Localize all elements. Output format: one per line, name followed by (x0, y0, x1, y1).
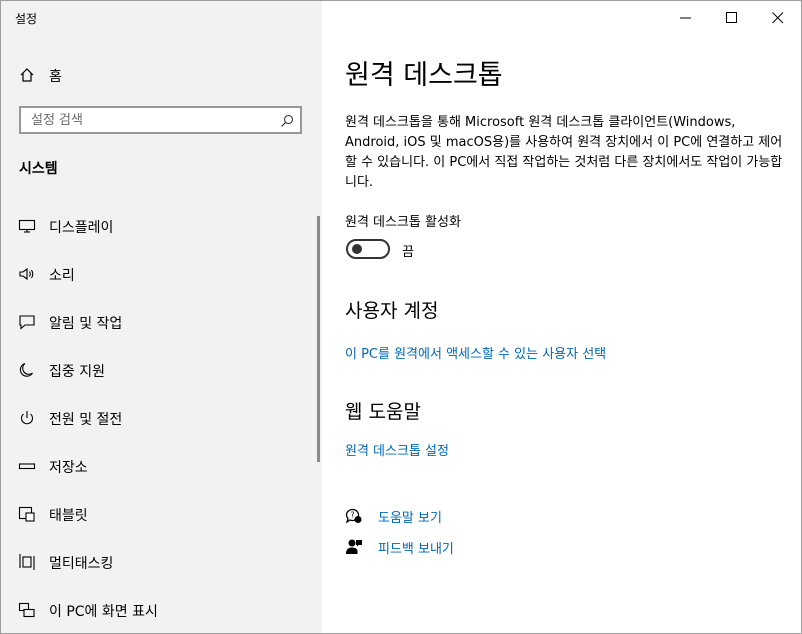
toggle-knob (352, 244, 362, 254)
search-icon[interactable] (280, 113, 294, 127)
sidebar-item-label: 태블릿 (49, 508, 88, 524)
sidebar-item-project-to-pc[interactable]: 이 PC에 화면 표시 (1, 590, 317, 630)
minimize-button[interactable] (663, 1, 709, 33)
sidebar-item-label: 저장소 (49, 460, 88, 476)
sidebar-section-title: 시스템 (19, 161, 58, 177)
close-icon (772, 12, 784, 24)
get-help-link[interactable]: 도움말 보기 (378, 507, 442, 526)
sidebar-item-display[interactable]: 디스플레이 (1, 206, 317, 246)
sidebar-home[interactable]: 홈 (1, 57, 322, 93)
notification-icon (18, 314, 36, 330)
sidebar-item-storage[interactable]: 저장소 (1, 446, 317, 486)
close-button[interactable] (755, 1, 801, 33)
sidebar-item-power[interactable]: 전원 및 절전 (1, 398, 317, 438)
minimize-icon (680, 17, 691, 19)
select-users-link[interactable]: 이 PC를 원격에서 액세스할 수 있는 사용자 선택 (345, 343, 606, 362)
send-feedback-link[interactable]: 피드백 보내기 (378, 538, 454, 557)
sidebar-item-sound[interactable]: 소리 (1, 254, 317, 294)
page-description: 원격 데스크톱을 통해 Microsoft 원격 데스크톱 클라이언트(Wind… (345, 115, 783, 190)
monitor-icon (18, 218, 36, 234)
sidebar-item-label: 집중 지원 (49, 364, 105, 380)
speaker-icon (18, 266, 36, 282)
sidebar-item-label: 멀티태스킹 (49, 556, 114, 572)
feedback-icon (345, 538, 363, 556)
remote-desktop-toggle[interactable] (346, 239, 390, 259)
user-accounts-heading: 사용자 계정 (345, 300, 439, 322)
remote-desktop-setup-link[interactable]: 원격 데스크톱 설정 (345, 440, 449, 459)
sidebar-item-label: 이 PC에 화면 표시 (49, 604, 158, 620)
toggle-state-label: 끔 (402, 245, 414, 260)
home-icon (19, 67, 35, 83)
sidebar-item-focus-assist[interactable]: 집중 지원 (1, 350, 317, 390)
sidebar-item-multitasking[interactable]: 멀티태스킹 (1, 542, 317, 582)
tablet-icon (18, 506, 36, 522)
window-title: 설정 (15, 12, 38, 26)
search-box (19, 106, 302, 134)
project-icon (18, 602, 36, 618)
svg-text:?: ? (350, 511, 354, 520)
sidebar-item-notifications[interactable]: 알림 및 작업 (1, 302, 317, 342)
power-icon (18, 410, 36, 426)
help-icon: ? (345, 507, 363, 525)
maximize-button[interactable] (709, 1, 755, 33)
sidebar-item-label: 알림 및 작업 (49, 316, 123, 332)
search-input[interactable] (21, 108, 281, 132)
sidebar-item-label: 소리 (49, 268, 75, 284)
multitasking-icon (18, 554, 36, 570)
sidebar-item-label: 디스플레이 (49, 220, 114, 236)
maximize-icon (726, 12, 737, 23)
moon-icon (18, 362, 36, 378)
page-title: 원격 데스크톱 (345, 60, 503, 91)
sidebar-home-label: 홈 (49, 69, 62, 85)
web-help-heading: 웹 도움말 (345, 401, 421, 423)
sidebar: 설정 홈 시스템 디스플레이 소리 (1, 1, 322, 633)
sidebar-scrollbar[interactable] (317, 216, 320, 462)
storage-icon (18, 458, 36, 474)
settings-window: 설정 홈 시스템 디스플레이 소리 (0, 0, 802, 634)
sidebar-item-label: 전원 및 절전 (49, 412, 123, 428)
sidebar-item-tablet[interactable]: 태블릿 (1, 494, 317, 534)
toggle-caption: 원격 데스크톱 활성화 (345, 215, 461, 230)
